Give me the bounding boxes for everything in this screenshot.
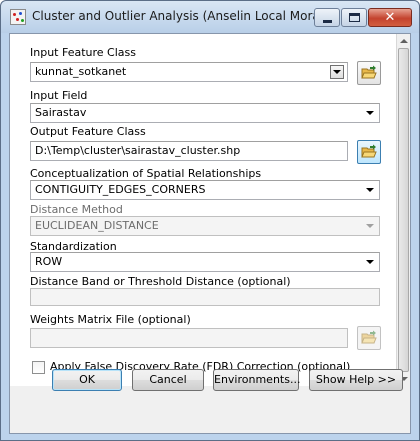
conceptualization-select[interactable]: CONTIGUITY_EDGES_CORNERS (30, 180, 380, 200)
input-field-select[interactable]: Sairastav (30, 103, 380, 123)
close-icon: ✕ (384, 10, 396, 25)
conceptualization-label: Conceptualization of Spatial Relationshi… (30, 167, 262, 180)
chevron-down-icon (333, 70, 341, 74)
input-field-label: Input Field (30, 89, 88, 102)
open-folder-icon (361, 65, 377, 79)
input-feature-class-value: kunnat_sotkanet (35, 65, 127, 78)
standardization-select[interactable]: ROW (30, 252, 380, 272)
ok-button[interactable]: OK (52, 369, 122, 391)
distance-method-value: EUCLIDEAN_DISTANCE (35, 219, 159, 232)
chevron-down-icon (366, 260, 374, 264)
distance-band-input[interactable] (30, 288, 380, 306)
distance-method-select[interactable]: EUCLIDEAN_DISTANCE (30, 216, 380, 236)
input-feature-class-browse-button[interactable] (357, 61, 381, 85)
scrollbar-thumb[interactable] (398, 48, 409, 372)
parameters-pane: Input Feature Class kunnat_sotkanet Inpu… (10, 34, 396, 386)
open-folder-icon (361, 330, 377, 344)
weights-matrix-browse-button[interactable] (357, 326, 381, 350)
distance-method-label: Distance Method (30, 203, 123, 216)
weights-matrix-label: Weights Matrix File (optional) (30, 313, 191, 326)
maximize-icon (349, 13, 360, 22)
input-field-value: Sairastav (35, 106, 87, 119)
minimize-button[interactable] (314, 8, 340, 27)
minimize-icon (323, 20, 332, 23)
output-feature-class-value: D:\Temp\cluster\sairastav_cluster.shp (35, 144, 241, 157)
standardization-value: ROW (35, 255, 63, 268)
output-feature-class-input[interactable]: D:\Temp\cluster\sairastav_cluster.shp (30, 141, 348, 161)
window-title: Cluster and Outlier Analysis (Anselin Lo… (32, 9, 346, 23)
output-feature-class-browse-button[interactable] (357, 140, 381, 164)
input-feature-class-dropdown[interactable] (330, 65, 344, 79)
maximize-button[interactable] (341, 8, 367, 27)
chevron-down-icon (366, 224, 374, 228)
open-folder-icon (361, 144, 377, 158)
input-feature-class-label: Input Feature Class (30, 46, 136, 59)
input-feature-class-combo[interactable]: kunnat_sotkanet (30, 62, 348, 82)
scroll-up-icon[interactable] (400, 39, 408, 43)
environments-button[interactable]: Environments... (213, 369, 300, 391)
fdr-checkbox[interactable] (32, 361, 45, 374)
conceptualization-value: CONTIGUITY_EDGES_CORNERS (35, 183, 206, 196)
chevron-down-icon (366, 188, 374, 192)
vertical-scrollbar[interactable] (396, 34, 410, 386)
close-button[interactable]: ✕ (368, 8, 412, 27)
dialog-window: Cluster and Outlier Analysis (Anselin Lo… (0, 0, 420, 441)
chevron-down-icon (366, 111, 374, 115)
cancel-button[interactable]: Cancel (132, 369, 204, 391)
app-icon (10, 9, 26, 25)
weights-matrix-input[interactable] (30, 328, 348, 348)
title-bar[interactable]: Cluster and Outlier Analysis (Anselin Lo… (1, 1, 419, 33)
distance-band-label: Distance Band or Threshold Distance (opt… (30, 275, 291, 288)
output-feature-class-label: Output Feature Class (30, 125, 146, 138)
show-help-button[interactable]: Show Help >> (309, 369, 403, 391)
